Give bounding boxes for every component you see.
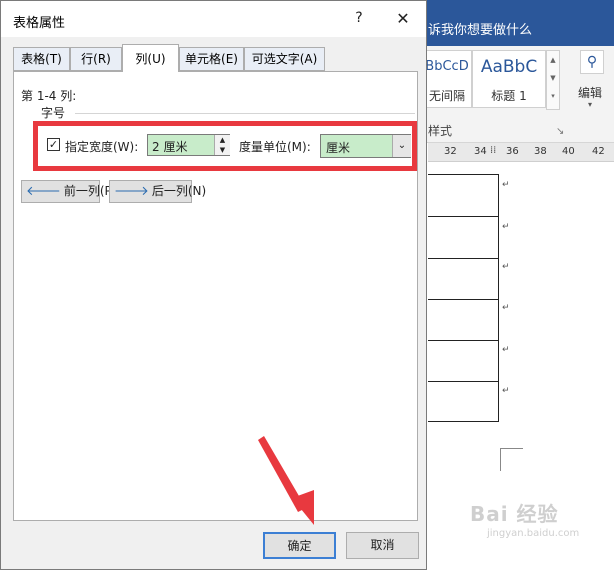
annotation-arrow (258, 436, 314, 525)
